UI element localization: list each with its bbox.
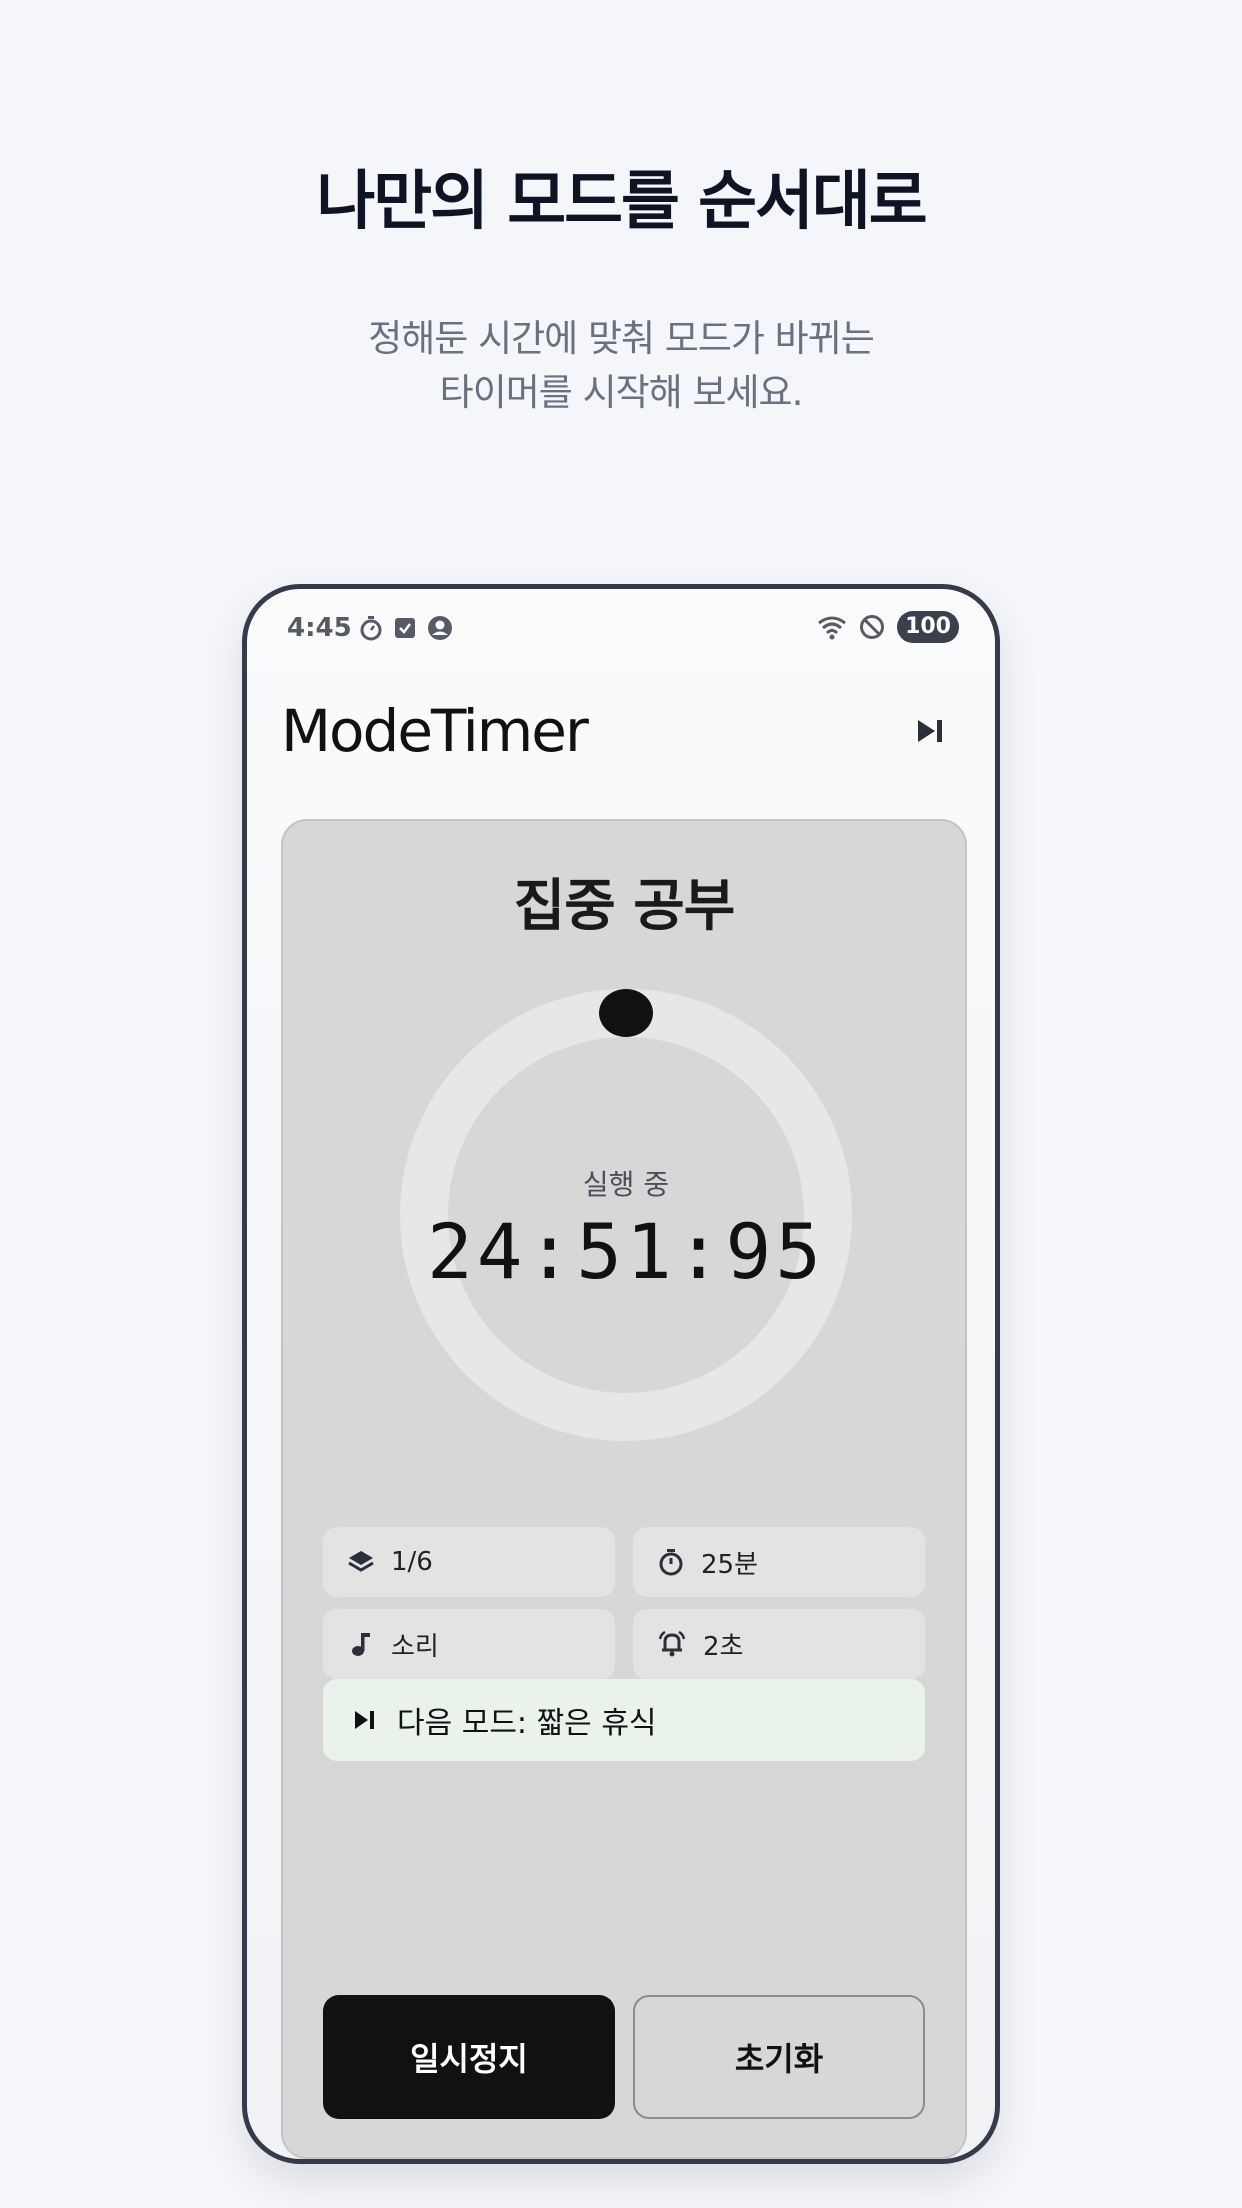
skip-next-button[interactable] [915,717,945,749]
info-duration-value: 25분 [701,1549,759,1580]
skip-next-icon [355,1711,374,1729]
promo-subline-line-1: 정해둔 시간에 맞춰 모드가 바뀌는 [368,317,875,360]
mode-name: 집중 공부 [513,874,736,939]
phone-frame: 4:45 100 ModeTimer 집중 공부 실행 중 24:51:95 1… [242,584,1000,2164]
status-system-icons: 100 [817,611,959,643]
status-notification-icons [359,615,453,641]
info-sound-value: 소리 [391,1631,439,1662]
music-note-icon [352,1633,370,1656]
info-chip-sound: 소리 [323,1609,615,1679]
next-mode-banner: 다음 모드: 짧은 휴식 [323,1679,925,1761]
pause-button[interactable]: 일시정지 [323,1995,615,2119]
progress-ring: 실행 중 24:51:95 [396,985,856,1445]
info-chip-duration: 25분 [633,1527,925,1597]
timer-state-label: 실행 중 [582,1168,670,1201]
status-time: 4:45 [287,613,352,643]
account-icon [428,616,452,640]
layers-icon [348,1551,374,1572]
timer-remaining: 24:51:95 [426,1207,826,1296]
next-mode-label: 다음 모드: 짧은 휴식 [397,1706,657,1741]
skip-next-icon [918,720,942,742]
progress-ring-knob [599,989,653,1037]
reset-button[interactable]: 초기화 [633,1995,925,2119]
info-step-value: 1/6 [391,1547,433,1577]
app-title: ModeTimer [281,697,589,765]
info-chip-alarm: 2초 [633,1609,925,1679]
alarm-bell-icon [658,1630,686,1657]
battery-indicator: 100 [897,611,959,643]
stopwatch-icon [360,616,382,641]
promo-headline: 나만의 모드를 순서대로 [316,165,927,239]
wifi-icon [818,616,846,640]
promo-subline-line-2: 타이머를 시작해 보세요. [439,371,804,414]
timer-card: 집중 공부 실행 중 24:51:95 1/6 25분 소리 2초 다음 모드:… [281,819,967,2159]
status-bar: 4:45 100 [247,589,995,669]
timer-icon [659,1549,683,1576]
checkbox-icon [395,618,415,638]
info-chip-step: 1/6 [323,1527,615,1597]
info-alarm-value: 2초 [703,1631,744,1662]
do-not-disturb-icon [860,615,885,639]
promo-subline: 정해둔 시간에 맞춰 모드가 바뀌는 타이머를 시작해 보세요. [0,312,1242,420]
